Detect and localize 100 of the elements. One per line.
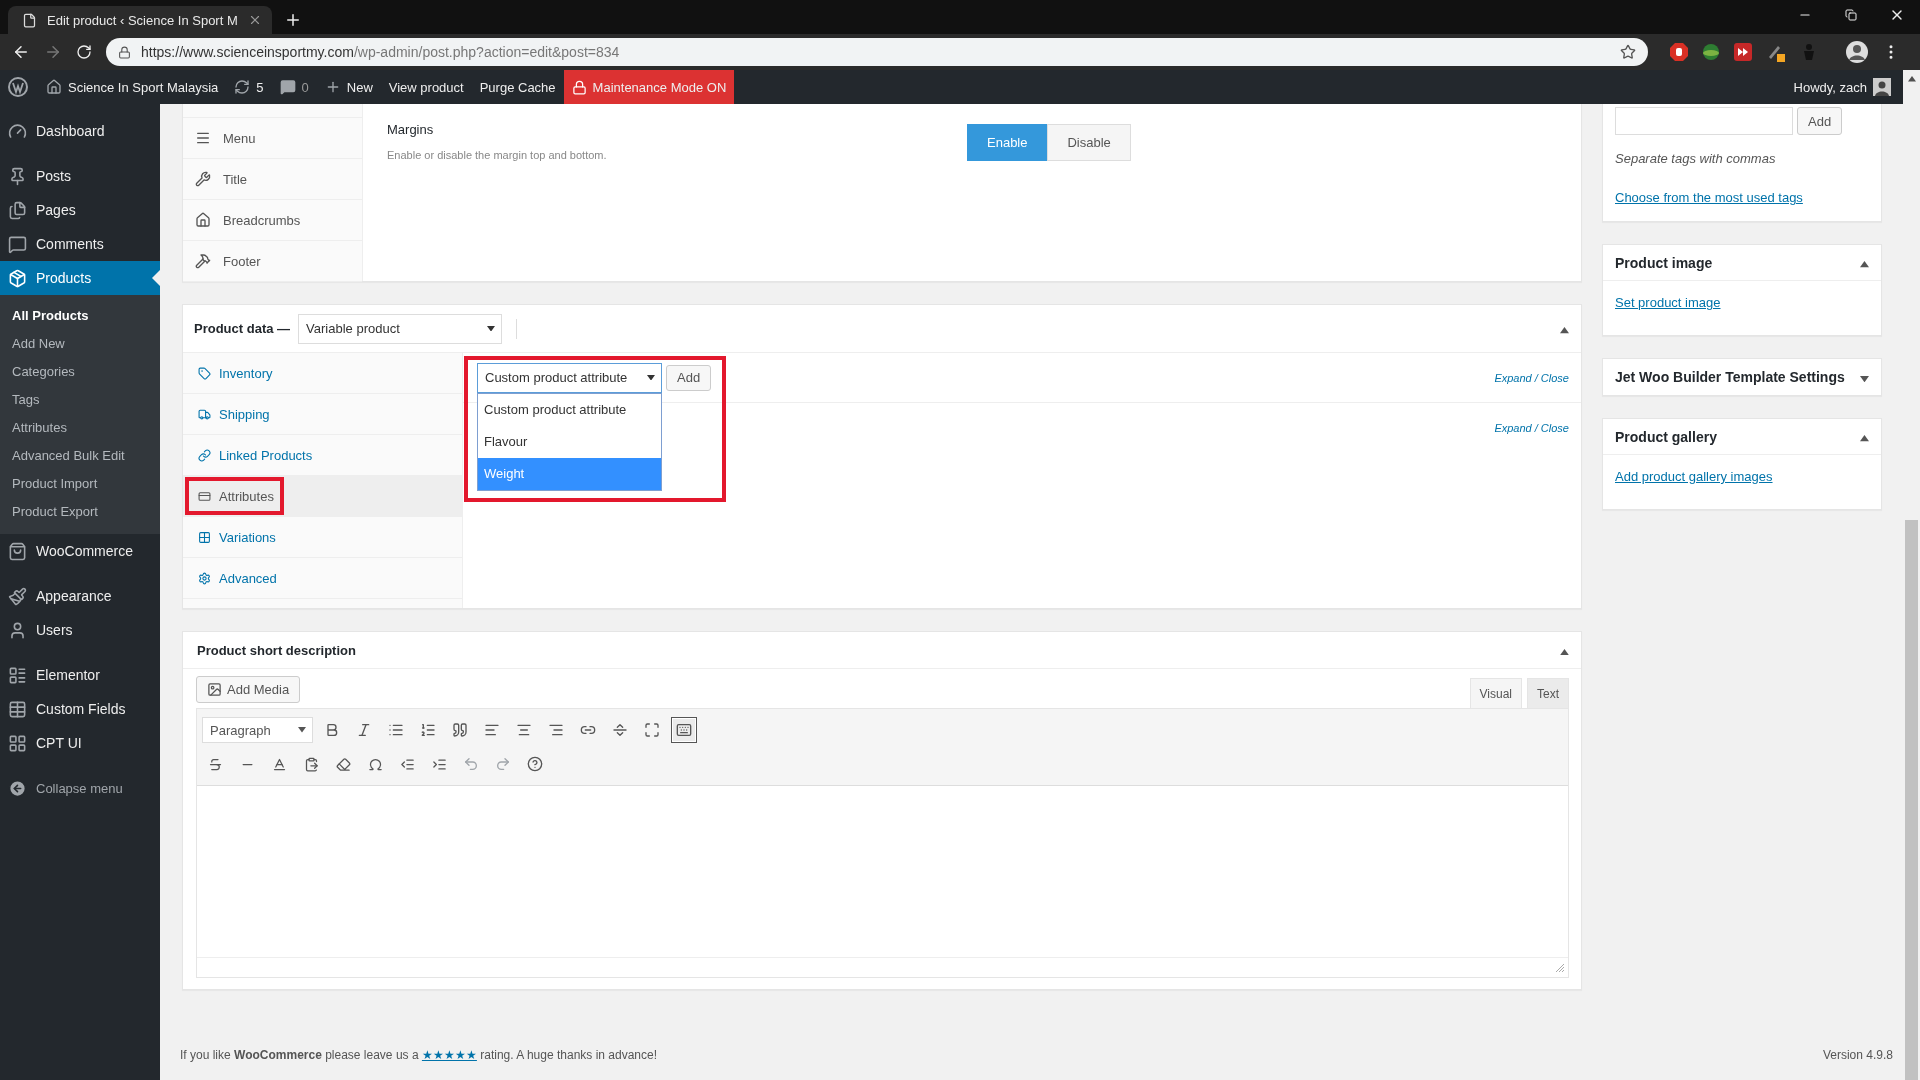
product-data-tab[interactable]: Shipping bbox=[183, 394, 462, 435]
settings-tab[interactable]: Footer bbox=[183, 241, 362, 282]
submenu-item[interactable]: Add New bbox=[0, 330, 160, 358]
sidebar-item[interactable]: Products bbox=[0, 261, 160, 295]
expand-arrow-icon[interactable] bbox=[1860, 375, 1869, 382]
toolbar-toggle-button[interactable] bbox=[671, 717, 697, 743]
reload-icon[interactable] bbox=[76, 44, 92, 60]
outdent-icon[interactable] bbox=[399, 756, 415, 772]
submenu-item[interactable]: Product Export bbox=[0, 498, 160, 526]
tab-link[interactable]: Shipping bbox=[185, 395, 280, 433]
caret-icon[interactable] bbox=[487, 325, 496, 332]
caret-icon[interactable] bbox=[298, 727, 306, 733]
sidebar-item[interactable]: Posts bbox=[0, 159, 160, 193]
collapse-arrow-icon[interactable] bbox=[1860, 261, 1869, 268]
tab-link[interactable]: Variations bbox=[185, 518, 286, 556]
browser-tab[interactable]: Edit product ‹ Science In Sport M bbox=[8, 6, 272, 34]
settings-tab[interactable]: Breadcrumbs bbox=[183, 200, 362, 241]
expand-close-link[interactable]: Expand / Close bbox=[1494, 371, 1569, 384]
sidebar-item[interactable]: Appearance bbox=[0, 579, 160, 613]
wordpress-logo[interactable] bbox=[8, 77, 28, 97]
avatar[interactable] bbox=[1846, 41, 1868, 63]
align-left-icon[interactable] bbox=[484, 722, 500, 738]
align-center-icon[interactable] bbox=[516, 722, 532, 738]
sidebar-item[interactable]: Users bbox=[0, 613, 160, 647]
tab-link[interactable]: Inventory bbox=[185, 354, 283, 392]
updates-link[interactable]: 5 bbox=[226, 70, 272, 104]
product-data-tab[interactable]: Variations bbox=[183, 517, 462, 558]
collapse-arrow-icon[interactable] bbox=[1560, 327, 1569, 334]
settings-tab[interactable]: Title bbox=[183, 159, 362, 200]
comments-link[interactable]: 0 bbox=[271, 70, 317, 104]
sidebar-item[interactable]: Comments bbox=[0, 227, 160, 261]
tab-link[interactable]: Advanced bbox=[185, 559, 287, 597]
bullet-list-icon[interactable] bbox=[388, 722, 404, 738]
tab-link[interactable]: Attributes bbox=[185, 477, 284, 515]
add-tag-button[interactable]: Add bbox=[1797, 107, 1843, 135]
omega-icon[interactable] bbox=[367, 756, 383, 772]
editor-tab[interactable]: Visual bbox=[1469, 678, 1522, 708]
scroll-up-arrow-icon[interactable] bbox=[1907, 76, 1916, 82]
text-color-icon[interactable] bbox=[271, 756, 287, 772]
italic-icon[interactable] bbox=[356, 722, 372, 738]
submenu-item[interactable]: Tags bbox=[0, 386, 160, 414]
address-bar[interactable]: https://www.scienceinsportmy.com/wp-admin/post.php?action=edit&post=834 bbox=[106, 38, 1648, 66]
sidebar-item[interactable]: Pages bbox=[0, 193, 160, 227]
restore-icon[interactable] bbox=[1845, 9, 1857, 21]
editor-tab[interactable]: Text bbox=[1527, 678, 1569, 708]
toggle-button[interactable]: Disable bbox=[1047, 124, 1131, 161]
site-name-link[interactable]: Science In Sport Malaysia bbox=[38, 70, 227, 104]
numbered-list-icon[interactable] bbox=[420, 722, 436, 738]
sidebar-item[interactable]: CPT UI bbox=[0, 726, 160, 760]
new-link[interactable]: New bbox=[316, 70, 381, 104]
sidebar-item[interactable]: Elementor bbox=[0, 658, 160, 692]
paste-icon[interactable] bbox=[303, 756, 319, 772]
settings-tab[interactable]: Menu bbox=[183, 118, 362, 159]
add-button[interactable]: Add bbox=[666, 364, 712, 391]
submenu-item[interactable]: Categories bbox=[0, 358, 160, 386]
format-select[interactable]: Paragraph bbox=[202, 717, 313, 743]
collapse-arrow-icon[interactable] bbox=[1560, 648, 1569, 655]
product-data-tab[interactable]: Attributes bbox=[183, 476, 462, 517]
quote-icon[interactable] bbox=[452, 722, 468, 738]
bold-icon[interactable] bbox=[324, 722, 340, 738]
submenu-item[interactable]: All Products bbox=[0, 302, 160, 330]
submenu-item[interactable]: Attributes bbox=[0, 414, 160, 442]
sidebar-item[interactable]: Custom Fields bbox=[0, 692, 160, 726]
admin-bar-link[interactable]: View product bbox=[380, 70, 472, 104]
fast-forward-icon[interactable] bbox=[1734, 43, 1752, 61]
globe-icon[interactable] bbox=[1702, 43, 1720, 61]
resize-handle-icon[interactable] bbox=[1556, 963, 1564, 972]
collapse-menu-link[interactable]: Collapse menu bbox=[0, 771, 160, 805]
back-icon[interactable] bbox=[12, 43, 30, 61]
sidebar-item[interactable]: WooCommerce bbox=[0, 534, 160, 568]
eraser-icon[interactable] bbox=[335, 756, 351, 772]
product-type-select[interactable]: Variable product bbox=[298, 313, 503, 344]
expand-close-link[interactable]: Expand / Close bbox=[1494, 422, 1569, 434]
submenu-item[interactable]: Advanced Bulk Edit bbox=[0, 442, 160, 470]
align-right-icon[interactable] bbox=[548, 722, 564, 738]
indent-icon[interactable] bbox=[431, 756, 447, 772]
add-media-button[interactable]: Add Media bbox=[196, 676, 301, 703]
box-link[interactable]: Add product gallery images bbox=[1615, 469, 1773, 484]
tag-input[interactable] bbox=[1615, 107, 1793, 135]
separator-icon[interactable] bbox=[612, 722, 628, 738]
help-icon[interactable] bbox=[527, 756, 543, 772]
product-data-tab[interactable]: Inventory bbox=[183, 353, 462, 394]
box-link[interactable]: Set product image bbox=[1615, 295, 1721, 310]
collapse-arrow-icon[interactable] bbox=[1860, 435, 1869, 442]
caret-icon[interactable] bbox=[647, 374, 655, 381]
tab-link[interactable]: Linked Products bbox=[185, 436, 323, 474]
bookmark-star-icon[interactable] bbox=[1620, 44, 1636, 60]
submenu-item[interactable]: Product Import bbox=[0, 470, 160, 498]
stop-sign-icon[interactable] bbox=[1670, 43, 1688, 61]
maintenance-mode-link[interactable]: Maintenance Mode ON bbox=[563, 70, 735, 104]
rating-link[interactable]: ★★★★★ bbox=[421, 1048, 477, 1062]
most-used-tags-link[interactable]: Choose from the most used tags bbox=[1615, 190, 1869, 205]
sidebar-item[interactable]: Dashboard bbox=[0, 114, 160, 148]
attribute-select[interactable]: Custom product attribute bbox=[477, 362, 662, 393]
fullscreen-icon[interactable] bbox=[644, 722, 660, 738]
account-link[interactable]: Howdy, zach bbox=[1781, 78, 1903, 96]
product-data-tab[interactable]: Advanced bbox=[183, 558, 462, 599]
forward-icon[interactable] bbox=[44, 43, 62, 61]
admin-bar-link[interactable]: Purge Cache bbox=[471, 70, 564, 104]
strikethrough-icon[interactable] bbox=[207, 756, 223, 772]
